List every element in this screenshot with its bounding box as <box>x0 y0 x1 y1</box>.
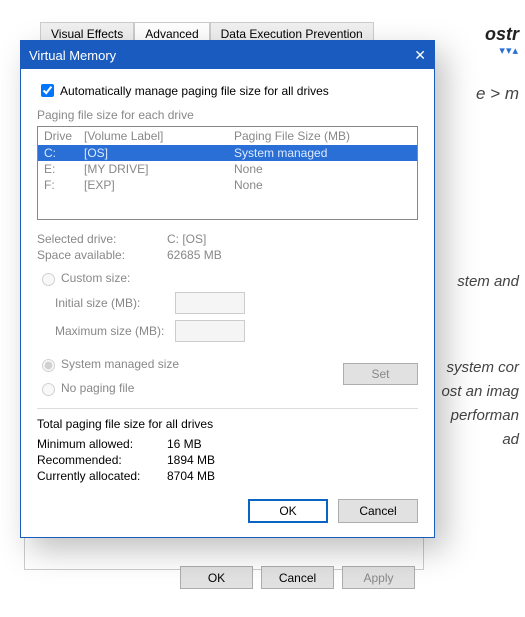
parent-ok-button[interactable]: OK <box>180 566 253 589</box>
ok-button[interactable]: OK <box>248 499 328 523</box>
custom-size-radio <box>42 273 55 286</box>
parent-dialog-buttons: OK Cancel Apply <box>180 566 415 589</box>
bg-title-fragment: ostr <box>485 24 519 45</box>
parent-apply-button: Apply <box>342 566 415 589</box>
cell-label: [OS] <box>84 145 234 161</box>
paging-per-drive-label: Paging file size for each drive <box>37 108 418 122</box>
totals-title: Total paging file size for all drives <box>37 417 418 431</box>
cell-drive: E: <box>44 161 84 177</box>
system-managed-radio <box>42 359 55 372</box>
titlebar-title: Virtual Memory <box>29 48 116 63</box>
drive-list: Drive [Volume Label] Paging File Size (M… <box>37 126 418 220</box>
close-icon[interactable]: ✕ <box>414 47 426 64</box>
initial-size-input <box>175 292 245 314</box>
currently-allocated-label: Currently allocated: <box>37 469 167 483</box>
col-header-drive: Drive <box>44 129 84 143</box>
recommended-label: Recommended: <box>37 453 167 467</box>
maximum-size-input <box>175 320 245 342</box>
bg-breadcrumb-fragment: e > m <box>476 84 519 104</box>
currently-allocated-value: 8704 MB <box>167 469 215 483</box>
no-paging-label: No paging file <box>61 381 134 395</box>
set-button: Set <box>343 363 418 385</box>
no-paging-radio <box>42 383 55 396</box>
cell-drive: F: <box>44 177 84 193</box>
bg-paragraph-fragment-2: system cor <box>446 356 519 380</box>
cell-size: None <box>234 177 411 193</box>
bg-subtitle-fragment: ▾▾▴ <box>499 44 519 57</box>
bg-paragraph-fragment-3: ost an imag <box>441 380 519 404</box>
min-allowed-label: Minimum allowed: <box>37 437 167 451</box>
bg-paragraph-fragment-1: stem and <box>457 270 519 294</box>
space-available-value: 62685 MB <box>167 248 222 262</box>
initial-size-label: Initial size (MB): <box>55 296 175 310</box>
virtual-memory-dialog: Virtual Memory ✕ Automatically manage pa… <box>20 40 435 538</box>
table-row[interactable]: C: [OS] System managed <box>38 145 417 161</box>
auto-manage-checkbox[interactable] <box>41 84 54 97</box>
bg-paragraph-fragment-4: performan <box>451 404 519 428</box>
system-managed-label: System managed size <box>61 357 179 371</box>
custom-size-label: Custom size: <box>61 271 130 285</box>
cell-label: [MY DRIVE] <box>84 161 234 177</box>
cell-drive: C: <box>44 145 84 161</box>
maximum-size-label: Maximum size (MB): <box>55 324 175 338</box>
table-row[interactable]: E: [MY DRIVE] None <box>38 161 417 177</box>
col-header-volume: [Volume Label] <box>84 129 234 143</box>
cell-size: System managed <box>234 145 411 161</box>
selected-drive-value: C: [OS] <box>167 232 206 246</box>
selected-drive-label: Selected drive: <box>37 232 167 246</box>
parent-cancel-button[interactable]: Cancel <box>261 566 334 589</box>
separator <box>37 408 418 409</box>
titlebar[interactable]: Virtual Memory ✕ <box>21 41 434 69</box>
col-header-size: Paging File Size (MB) <box>234 129 411 143</box>
space-available-label: Space available: <box>37 248 167 262</box>
bg-paragraph-fragment-5: ad <box>502 428 519 452</box>
cell-label: [EXP] <box>84 177 234 193</box>
table-row[interactable]: F: [EXP] None <box>38 177 417 193</box>
min-allowed-value: 16 MB <box>167 437 202 451</box>
auto-manage-label: Automatically manage paging file size fo… <box>60 84 329 98</box>
cell-size: None <box>234 161 411 177</box>
recommended-value: 1894 MB <box>167 453 215 467</box>
cancel-button[interactable]: Cancel <box>338 499 418 523</box>
